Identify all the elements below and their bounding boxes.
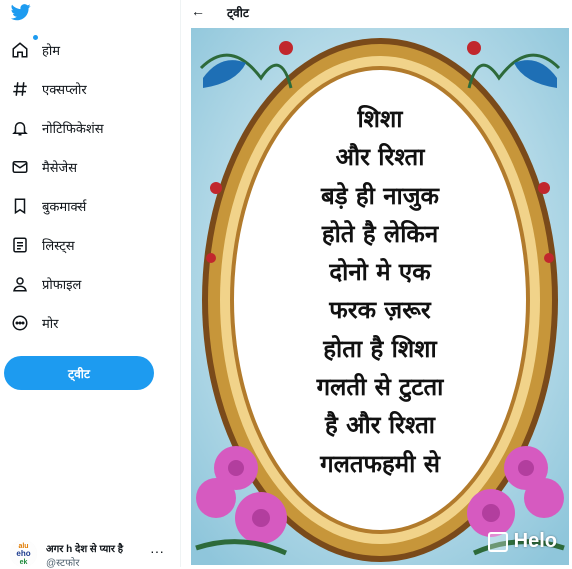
quote-line: और रिश्ता — [335, 143, 425, 172]
hashtag-icon — [10, 79, 30, 99]
header: ← ट्वीट — [181, 0, 572, 24]
bell-icon — [10, 118, 30, 138]
quote-line: दोनो मे एक — [329, 258, 431, 287]
bookmark-icon — [10, 196, 30, 216]
quote-line: फरक ज़रूर — [329, 296, 431, 325]
sidebar-item-label: बुकमार्क्स — [42, 199, 87, 214]
home-icon — [10, 40, 30, 60]
list-icon — [10, 235, 30, 255]
tweet-media-image[interactable]: शिशा और रिश्ता बड़े ही नाजुक होते है लेक… — [191, 28, 569, 565]
quote-line: होते है लेकिन — [321, 219, 439, 248]
watermark-text: Helo — [513, 530, 557, 552]
sidebar-item-messages[interactable]: मैसेजेस — [10, 153, 77, 181]
back-arrow-icon[interactable]: ← — [191, 3, 205, 19]
sidebar-item-label: एक्सप्लोर — [42, 82, 87, 97]
helo-watermark: Helo — [487, 530, 557, 553]
account-switcher[interactable]: alu eho ek अगर h देश से प्यार है @स्टफोर… — [0, 535, 180, 569]
sidebar-item-more[interactable]: मोर — [10, 309, 58, 337]
sidebar-item-label: नोटिफिकेशंस — [42, 121, 104, 136]
twitter-logo-icon[interactable] — [10, 2, 32, 22]
account-name: अगर h देश से प्यार है — [46, 544, 124, 555]
quote-line: शिशा — [357, 105, 403, 133]
sidebar-item-label: प्रोफाइल — [42, 277, 82, 292]
quote-line: बड़े ही नाजुक — [321, 181, 439, 210]
tweet-button[interactable]: ट्वीट — [4, 356, 154, 390]
notification-dot — [33, 35, 38, 40]
sidebar-item-label: मैसेजेस — [42, 160, 77, 175]
sidebar-item-label: होम — [42, 43, 61, 58]
sidebar-item-label: लिस्ट्स — [42, 238, 75, 253]
quote-line: गलतफहमी से — [320, 449, 440, 478]
person-icon — [10, 274, 30, 294]
more-options-icon[interactable]: ··· — [150, 543, 164, 559]
sidebar-item-label: मोर — [42, 316, 59, 331]
quote-line: गलती से टुटता — [316, 373, 444, 402]
sidebar-item-notifications[interactable]: नोटिफिकेशंस — [10, 114, 104, 142]
main-column: ← ट्वीट शिशा और रिश्ता बड़े ही नाजुक होत… — [181, 0, 572, 567]
sidebar-item-bookmarks[interactable]: बुकमार्क्स — [10, 192, 86, 220]
image-quote-text: शिशा और रिश्ता बड़े ही नाजुक होते है लेक… — [251, 100, 509, 483]
avatar-text-bottom: ek — [20, 559, 28, 566]
mail-icon — [10, 157, 30, 177]
page-title: ट्वीट — [227, 6, 249, 20]
sidebar: होम एक्सप्लोर नोटिफिकेशंस मैसेजेस बुकमार… — [0, 0, 181, 569]
avatar: alu eho ek — [10, 540, 37, 567]
quote-line: होता है शिशा — [323, 334, 437, 363]
helo-logo-icon — [487, 531, 508, 552]
sidebar-item-explore[interactable]: एक्सप्लोर — [10, 75, 87, 103]
avatar-text-middle: eho — [16, 549, 30, 558]
sidebar-item-profile[interactable]: प्रोफाइल — [10, 270, 81, 298]
more-circle-icon — [10, 313, 30, 333]
quote-line: है और रिश्ता — [325, 411, 435, 440]
sidebar-item-home[interactable]: होम — [10, 35, 61, 64]
sidebar-item-lists[interactable]: लिस्ट्स — [10, 231, 75, 259]
